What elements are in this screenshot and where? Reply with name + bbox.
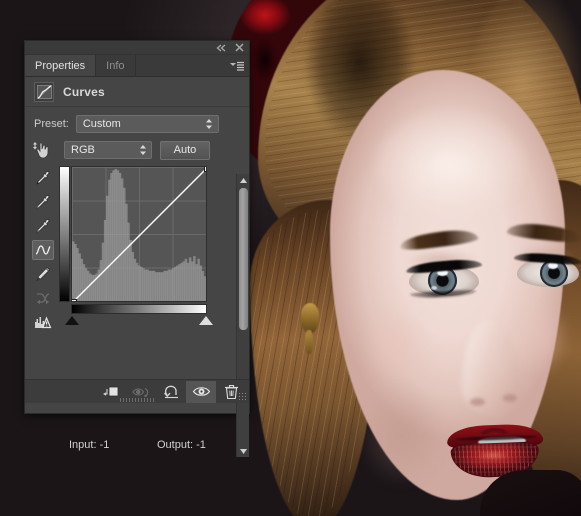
curve-editor-area <box>25 166 249 332</box>
collapse-panel-button[interactable] <box>216 43 227 53</box>
black-point-slider[interactable] <box>65 316 79 325</box>
auto-button[interactable]: Auto <box>160 140 210 160</box>
sample-gray-point-eyedropper-icon[interactable] <box>32 192 54 212</box>
scrollbar-thumb[interactable] <box>239 188 248 330</box>
input-readout: Input: -1 <box>69 439 157 451</box>
input-label: Input: <box>69 439 97 451</box>
cupids-bow <box>478 421 510 435</box>
auto-button-label: Auto <box>173 144 197 156</box>
preset-value: Custom <box>82 118 121 130</box>
panel-tab-bar: Properties Info <box>25 55 249 77</box>
sample-white-point-eyedropper-icon[interactable] <box>32 216 54 236</box>
tab-properties-label: Properties <box>35 59 86 72</box>
curves-adjustment-icon <box>34 81 54 102</box>
preset-select[interactable]: Custom <box>75 115 219 133</box>
curves-tool-column <box>29 166 57 332</box>
panel-body: Preset: Custom RGB Auto Input: -1 Output… <box>25 107 249 457</box>
draw-pencil-icon[interactable] <box>32 264 54 284</box>
nostril-right <box>503 394 517 402</box>
preset-label: Preset: <box>34 118 69 130</box>
jawline-shadow <box>330 380 450 516</box>
input-gradient-bar <box>71 304 207 314</box>
preset-row: Preset: Custom <box>25 115 249 133</box>
updown-stepper-icon <box>205 118 214 130</box>
channel-value: RGB <box>71 144 95 156</box>
curve-graph[interactable] <box>71 166 207 302</box>
tone-curve-line <box>73 168 206 301</box>
edit-points-curve-icon[interactable] <box>32 240 54 260</box>
curve-control-point-black[interactable] <box>72 298 77 301</box>
resize-grip-icon[interactable] <box>238 392 247 401</box>
white-point-slider[interactable] <box>199 316 213 325</box>
lip-gloss-highlight <box>470 450 516 461</box>
forehead-highlight <box>355 95 545 235</box>
sample-black-point-eyedropper-icon[interactable] <box>32 168 54 188</box>
curves-display-options-icon[interactable] <box>32 312 54 332</box>
channel-row: RGB Auto <box>25 139 249 161</box>
panel-scrollbar[interactable] <box>236 174 249 457</box>
eye-catchlight-secondary-left <box>431 286 437 290</box>
panel-grip-handle[interactable] <box>120 398 154 402</box>
output-label: Output: <box>157 439 194 451</box>
properties-panel: Properties Info Curves Preset: Custom RG… <box>24 40 250 457</box>
scroll-up-arrow-icon[interactable] <box>237 174 250 186</box>
targeted-adjustment-finger-icon[interactable] <box>30 139 56 161</box>
output-readout: Output: -1 <box>157 439 206 451</box>
close-panel-button[interactable] <box>234 43 245 53</box>
earring-drop <box>305 330 313 354</box>
panel-titlebar <box>25 41 249 55</box>
curve-readout: Input: -1 Output: -1 <box>69 439 249 451</box>
earring <box>301 303 319 333</box>
tab-bar-filler <box>136 55 226 76</box>
scroll-down-arrow-icon[interactable] <box>237 445 250 457</box>
input-value: -1 <box>99 439 110 451</box>
smooth-curve-icon[interactable] <box>32 288 54 308</box>
output-gradient-bar <box>59 166 70 302</box>
output-value: -1 <box>196 439 206 451</box>
updown-stepper-icon <box>138 144 147 156</box>
tab-info[interactable]: Info <box>96 55 136 76</box>
page-title: Curves <box>63 84 105 99</box>
channel-select[interactable]: RGB <box>64 141 152 159</box>
adjustment-title-row: Curves <box>25 77 249 107</box>
reset-adjustment-button[interactable] <box>156 381 186 403</box>
panel-menu-icon[interactable] <box>225 55 249 76</box>
tab-properties[interactable]: Properties <box>25 55 97 76</box>
tab-info-label: Info <box>106 59 125 72</box>
nostril-left <box>470 398 485 406</box>
toggle-layer-visibility-button[interactable] <box>186 380 216 403</box>
curve-control-point-white[interactable] <box>203 167 206 172</box>
